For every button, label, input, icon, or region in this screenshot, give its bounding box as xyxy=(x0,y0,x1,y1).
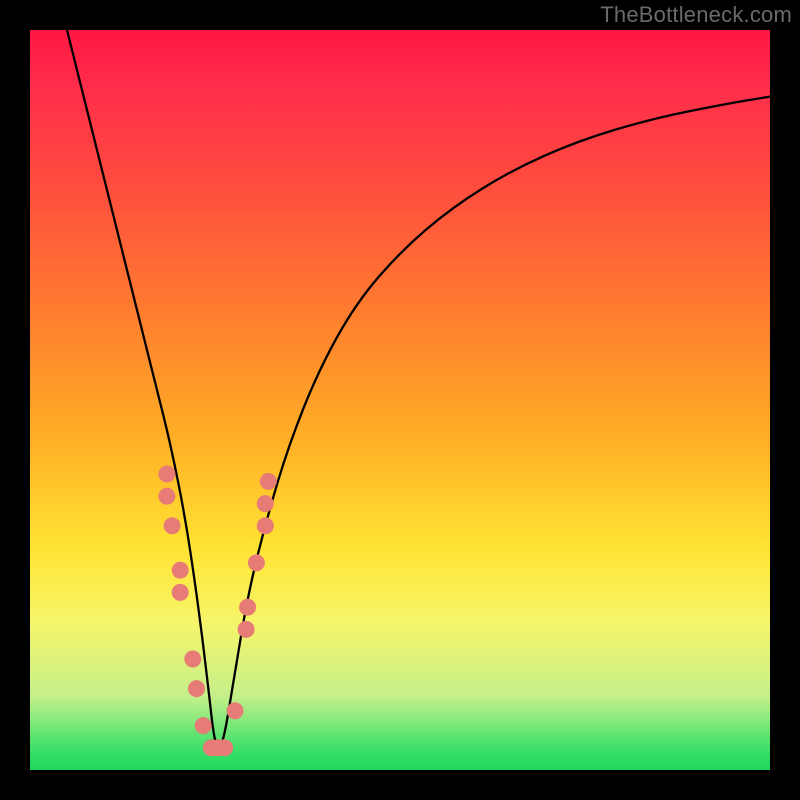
watermark-label: TheBottleneck.com xyxy=(600,2,792,28)
plot-area xyxy=(30,30,770,770)
chart-frame: TheBottleneck.com xyxy=(0,0,800,800)
